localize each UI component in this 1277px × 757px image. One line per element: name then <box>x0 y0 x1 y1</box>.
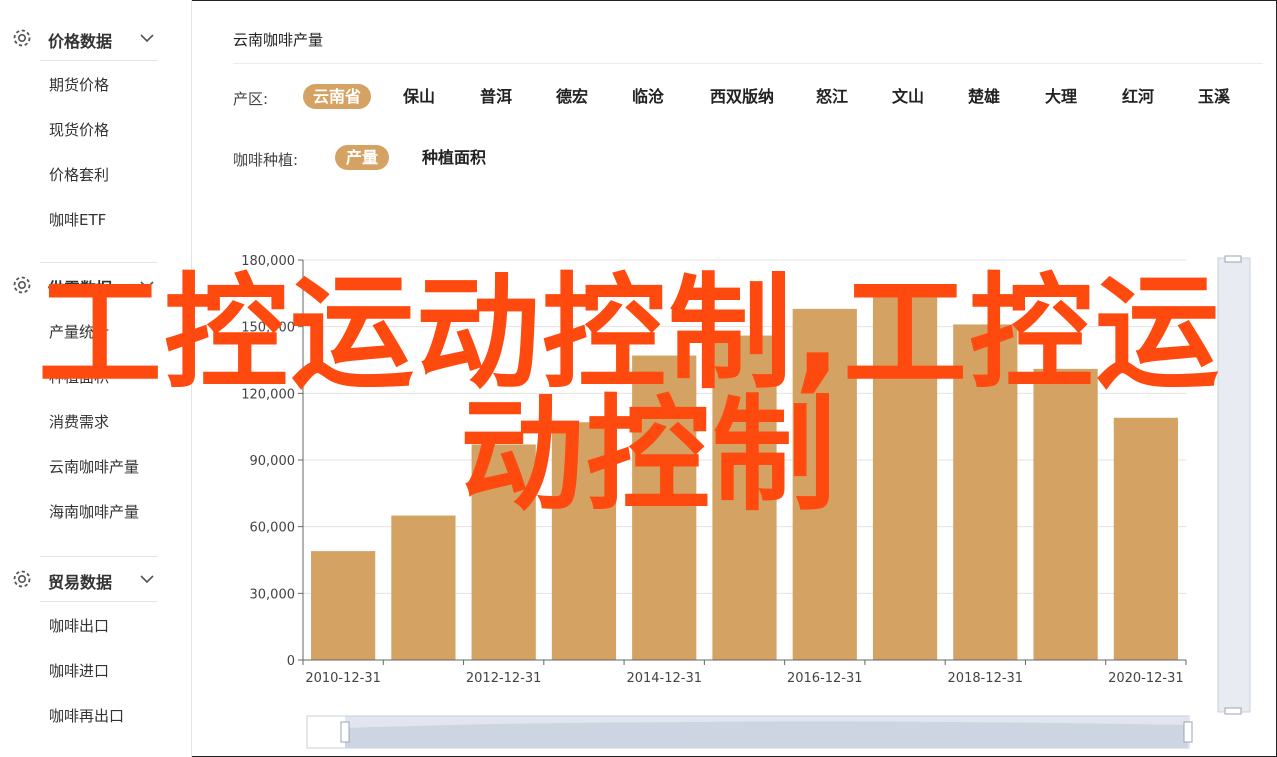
y-tick-label: 30,000 <box>250 587 296 602</box>
x-slider-handle-left[interactable] <box>340 721 350 743</box>
overlay-headline-line1: 工控运动控制,工控运 <box>38 262 1222 406</box>
x-zoom-slider[interactable] <box>306 715 1193 749</box>
x-tick-label: 2010-12-31 <box>305 671 381 686</box>
y-tick-label: 60,000 <box>250 521 296 536</box>
y-slider-handle-bottom[interactable] <box>1224 707 1242 715</box>
bar-2019-12-31[interactable] <box>1033 368 1098 660</box>
y-zoom-slider[interactable] <box>1217 255 1251 715</box>
x-tick-label: 2014-12-31 <box>626 671 702 686</box>
x-slider-handle-right[interactable] <box>1183 721 1193 743</box>
y-slider-track[interactable] <box>1217 257 1251 713</box>
x-tick-label: 2012-12-31 <box>466 671 542 686</box>
y-tick-label: 90,000 <box>250 454 296 469</box>
bar-2010-12-31[interactable] <box>311 551 376 660</box>
x-tick-label: 2016-12-31 <box>787 671 863 686</box>
bar-2020-12-31[interactable] <box>1113 417 1178 660</box>
x-slider-window[interactable] <box>345 716 1188 748</box>
y-tick-label: 0 <box>287 654 295 669</box>
y-slider-handle-top[interactable] <box>1224 255 1242 263</box>
overlay-headline-line2: 动控制 <box>460 384 839 528</box>
x-tick-label: 2018-12-31 <box>948 671 1024 686</box>
x-tick-label: 2020-12-31 <box>1108 671 1184 686</box>
bar-2011-12-31[interactable] <box>391 515 456 660</box>
